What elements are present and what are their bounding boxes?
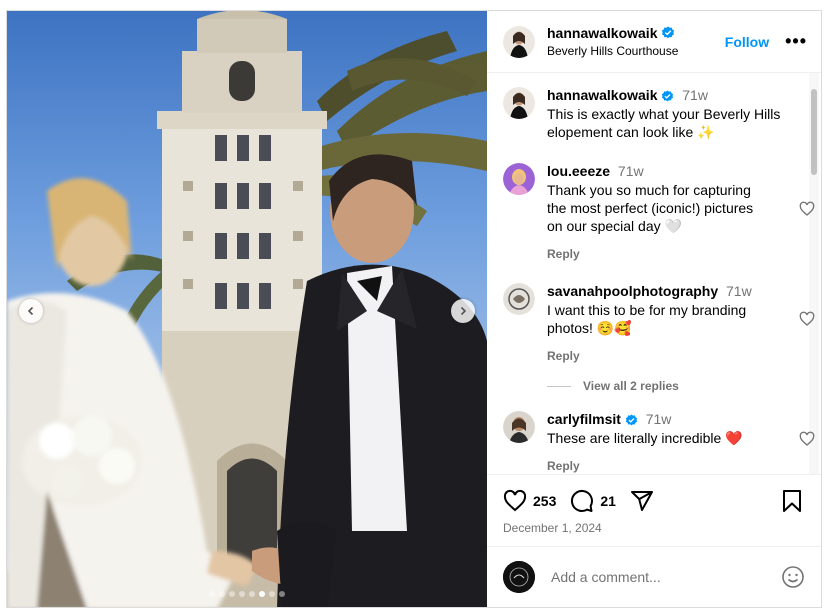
carousel-dot: [219, 591, 225, 597]
carousel-dot: [239, 591, 245, 597]
reply-button[interactable]: Reply: [547, 459, 803, 473]
comment-username[interactable]: carlyfilmsit: [547, 411, 621, 427]
comment-time[interactable]: 71w: [618, 163, 644, 179]
chevron-left-icon: [27, 306, 34, 316]
author-username[interactable]: hannawalkowaik: [547, 25, 657, 41]
comment-count[interactable]: 21: [600, 493, 616, 509]
comment-input[interactable]: [549, 568, 781, 586]
comments-list: hannawalkowaik 71w This is exactly what …: [487, 73, 821, 474]
more-options-button[interactable]: •••: [785, 31, 807, 52]
carousel-dot: [259, 591, 265, 597]
comment-avatar-image: [503, 283, 535, 315]
comment-avatar[interactable]: [503, 163, 535, 195]
caption: hannawalkowaik 71w This is exactly what …: [503, 87, 803, 141]
comment-username[interactable]: savanahpoolphotography: [547, 283, 718, 299]
carousel-dot: [269, 591, 275, 597]
chevron-right-icon: [460, 306, 467, 316]
comment-button[interactable]: 21: [570, 489, 616, 513]
comment-username[interactable]: lou.eeeze: [547, 163, 610, 179]
heart-icon: [503, 489, 527, 512]
comment-item: lou.eeeze 71w Thank you so much for capt…: [503, 163, 815, 261]
carousel-dot: [229, 591, 235, 597]
share-button[interactable]: [630, 489, 654, 513]
view-replies-button[interactable]: View all 2 replies: [547, 379, 679, 393]
bookmark-icon[interactable]: [781, 489, 803, 513]
follow-button[interactable]: Follow: [725, 34, 769, 50]
heart-icon[interactable]: [799, 311, 815, 327]
author-avatar[interactable]: [503, 25, 535, 58]
replies-divider: [547, 385, 571, 387]
reply-button[interactable]: Reply: [547, 349, 803, 363]
comment-composer: [487, 546, 821, 607]
post-location[interactable]: Beverly Hills Courthouse: [547, 44, 725, 58]
verified-icon: [662, 90, 674, 102]
comment-icon: [571, 489, 594, 512]
author-avatar-image: [503, 25, 535, 58]
caption-avatar-image: [503, 87, 535, 119]
heart-icon[interactable]: [799, 431, 815, 447]
like-button[interactable]: 253: [503, 489, 556, 513]
carousel-dot: [209, 591, 215, 597]
heart-icon[interactable]: [799, 201, 815, 217]
photo-scene: [7, 11, 487, 607]
post-date[interactable]: December 1, 2024: [503, 521, 602, 535]
comment-item: carlyfilmsit 71w These are literally inc…: [503, 411, 815, 473]
comment-text: Thank you so much for capturing the most…: [547, 182, 754, 234]
post-dialog: hannawalkowaik Beverly Hills Courthouse …: [6, 10, 822, 608]
previous-photo-button[interactable]: [19, 299, 43, 323]
like-count[interactable]: 253: [533, 493, 556, 509]
carousel-dot: [279, 591, 285, 597]
view-replies-label: View all 2 replies: [583, 379, 679, 393]
verified-icon: [662, 26, 675, 39]
post-header: hannawalkowaik Beverly Hills Courthouse …: [487, 11, 821, 73]
comment-time[interactable]: 71w: [646, 411, 672, 427]
comment-avatar-image: [503, 411, 535, 443]
reply-button[interactable]: Reply: [547, 247, 803, 261]
post-photo[interactable]: [7, 11, 487, 607]
current-user-avatar: [503, 561, 535, 593]
share-icon: [630, 491, 653, 511]
caption-time[interactable]: 71w: [682, 87, 708, 103]
caption-username[interactable]: hannawalkowaik: [547, 87, 657, 103]
next-photo-button[interactable]: [451, 299, 475, 323]
carousel-dot: [249, 591, 255, 597]
comment-avatar[interactable]: [503, 283, 535, 315]
comment-item: savanahpoolphotography 71w I want this t…: [503, 283, 815, 363]
caption-avatar[interactable]: [503, 87, 535, 119]
post-sidebar: hannawalkowaik Beverly Hills Courthouse …: [487, 11, 821, 607]
current-user-avatar-image: [503, 561, 535, 593]
verified-icon: [625, 414, 637, 426]
comment-avatar-image: [503, 163, 535, 195]
comment-text: These are literally incredible ❤️: [547, 430, 743, 446]
carousel-dots: [7, 591, 487, 597]
emoji-icon[interactable]: [781, 565, 805, 589]
comment-text: I want this to be for my branding photos…: [547, 302, 747, 336]
comment-time[interactable]: 71w: [726, 283, 752, 299]
comment-avatar[interactable]: [503, 411, 535, 443]
post-actions: 253 21 December 1, 2024: [487, 474, 821, 544]
caption-text: This is exactly what your Beverly Hills …: [547, 106, 781, 140]
